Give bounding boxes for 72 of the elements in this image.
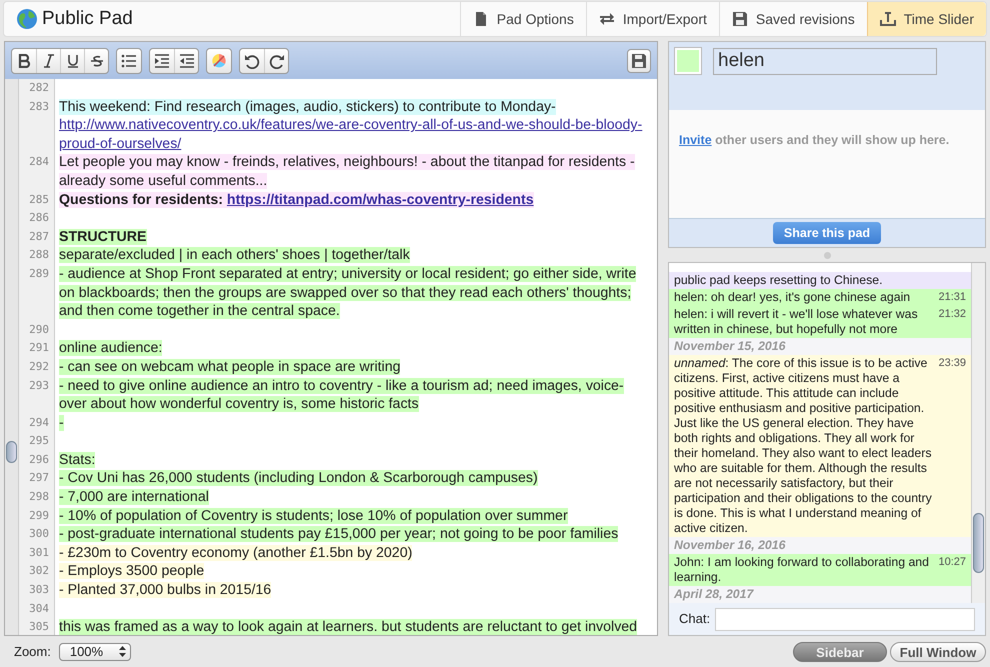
line-number: 295 — [19, 432, 55, 451]
line-number: 292 — [19, 358, 55, 376]
chat-date: November 16, 2016 — [669, 537, 971, 554]
italic-icon — [42, 54, 56, 68]
line-number: 304 — [19, 600, 55, 618]
globe-icon — [16, 8, 38, 30]
line-number: 293 — [19, 376, 55, 414]
line-number: 282 — [19, 79, 55, 98]
pad-title: Public Pad — [42, 6, 133, 31]
editor-scrollbar[interactable] — [5, 79, 19, 635]
line-number: 298 — [19, 488, 55, 507]
chat-time: 10:27 — [938, 555, 966, 570]
line-number: 297 — [19, 469, 55, 488]
line-number: 287 — [19, 228, 55, 246]
line-number: 294 — [19, 414, 55, 432]
scrollbar-thumb[interactable] — [973, 513, 984, 573]
chat-time: 23:39 — [938, 356, 966, 371]
resize-handle[interactable] — [824, 252, 830, 258]
bold-icon — [17, 54, 31, 68]
line-number: 286 — [19, 209, 55, 228]
line-number: 290 — [19, 320, 55, 340]
link[interactable]: https://titanpad.com/whas-coventry-residents — [226, 192, 534, 208]
zoom-select[interactable]: 100% — [58, 642, 131, 661]
swap-arrows-icon — [598, 11, 615, 27]
chat-text: John: I am looking forward to collaborating and learning. — [674, 555, 930, 585]
link[interactable]: http://www.nativecoventry.co.uk/features/we-are-coventry-all-of-us-and-we-should-be-bloody-proud-of-ourselves/ — [59, 116, 647, 154]
line-number: 296 — [19, 450, 55, 470]
scrollbar-thumb[interactable] — [6, 441, 17, 463]
chat-time: 21:32 — [938, 307, 966, 322]
zoom-label: Zoom: — [14, 643, 51, 661]
color-wheel-icon — [211, 52, 227, 68]
user-color-swatch[interactable] — [675, 48, 701, 74]
header-tab[interactable]: Import/Export — [586, 2, 719, 36]
line-number: 299 — [19, 506, 55, 526]
invite-link[interactable]: Invite — [679, 133, 712, 147]
strikethrough-icon — [90, 54, 104, 68]
line-number: 302 — [19, 562, 55, 582]
line-number: 283 — [19, 98, 55, 154]
chat-scrollbar[interactable] — [971, 263, 985, 603]
redo-icon — [268, 52, 284, 68]
chat-text: helen: i will revert it - we'll lose whatever was written in chinese, but hopefully not more — [674, 307, 919, 337]
stepper-arrows-icon — [118, 646, 126, 658]
time-slider-icon — [880, 11, 896, 27]
chat-date: November 15, 2016 — [669, 338, 971, 355]
invite-text: Invite other users and they will show up here. — [679, 133, 950, 147]
line-number: 285 — [19, 190, 55, 210]
line-number: 284 — [19, 153, 55, 191]
chat-text: public pad keeps resetting to Chinese. — [674, 273, 884, 288]
line-number: 303 — [19, 581, 55, 600]
outdent-icon — [178, 52, 194, 68]
undo-icon — [244, 52, 260, 68]
indent-icon — [154, 52, 170, 68]
chat-text: unnamed: The core of this issue is to be active citizens. First, active citizens must have a positive attitude. This attitude can include positive enthusiasm and positive participation. Just like the US general election. They have both rights and obligations. They all work for their homeland. They also want to elect leaders who are suitable for them. Although the results are not necessarily satisfactory, but their participation and their obligations to the country is done. This is what I understand meaning of active citizen. — [674, 356, 933, 536]
chat-input[interactable] — [715, 608, 975, 630]
line-number: 288 — [19, 246, 55, 265]
underline-icon — [66, 54, 80, 68]
header-tab[interactable]: Time Slider — [866, 2, 986, 36]
view-toggle-button[interactable]: Full Window — [890, 642, 986, 662]
header-tab[interactable]: Saved revisions — [718, 2, 867, 36]
line-number: 305 — [19, 618, 55, 635]
save-button[interactable] — [627, 48, 651, 72]
line-number: 300 — [19, 525, 55, 544]
user-name-field[interactable]: helen — [713, 48, 937, 75]
bullet-list-icon — [121, 52, 137, 68]
chat-text: helen: oh dear! yes, it's gone chinese again — [674, 290, 912, 305]
line-number: 301 — [19, 544, 55, 562]
chat-date: April 28, 2017 — [669, 586, 971, 603]
chat-time: 21:31 — [938, 290, 966, 305]
line-number: 289 — [19, 264, 55, 321]
line-number: 291 — [19, 339, 55, 358]
chat-label: Chat: — [679, 610, 710, 628]
header-tab[interactable]: Pad Options — [460, 2, 586, 36]
